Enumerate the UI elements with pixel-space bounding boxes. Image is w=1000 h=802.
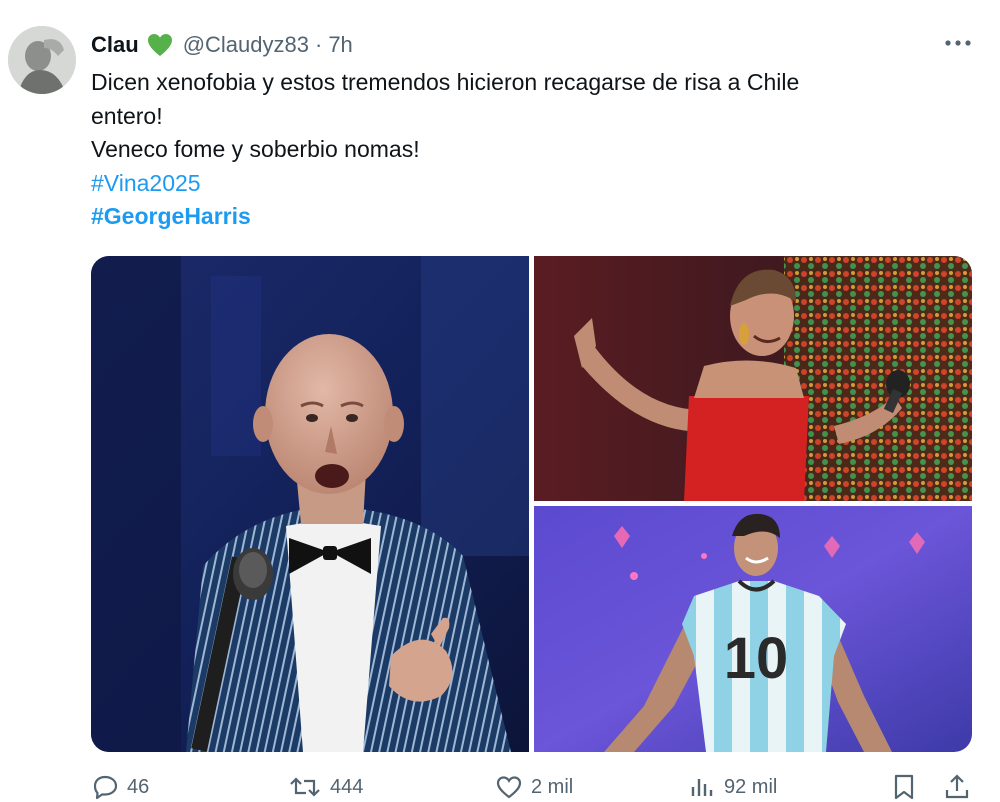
timestamp[interactable]: 7h xyxy=(328,32,352,58)
photo-comedian-woman xyxy=(534,256,972,501)
share-icon xyxy=(945,774,969,799)
green-heart-icon xyxy=(147,33,173,57)
views-button[interactable]: 92 mil xyxy=(688,772,777,802)
repost-icon xyxy=(290,777,320,797)
more-icon xyxy=(945,40,971,46)
media-grid: 10 xyxy=(91,256,972,752)
tweet-actions: 46 444 2 mil 92 mil xyxy=(91,772,971,802)
photo-argentina-jersey: 10 xyxy=(534,506,972,752)
tweet-text-line: Dicen xenofobia y estos tremendos hicier… xyxy=(91,69,800,95)
repost-count: 444 xyxy=(330,775,364,798)
hashtag-vina2025[interactable]: #Vina2025 xyxy=(91,167,971,201)
reply-button[interactable]: 46 xyxy=(91,772,149,802)
bookmark-button[interactable] xyxy=(891,772,917,802)
jersey-number: 10 xyxy=(724,626,789,691)
tweet-text: Dicen xenofobia y estos tremendos hicier… xyxy=(91,66,971,234)
bookmark-icon xyxy=(894,774,914,800)
heart-icon xyxy=(496,776,522,799)
photo-comedian-man xyxy=(91,256,529,752)
avatar-image xyxy=(8,26,76,94)
more-options-button[interactable] xyxy=(938,28,978,58)
avatar[interactable] xyxy=(8,26,76,94)
repost-button[interactable]: 444 xyxy=(288,772,363,802)
media-photo-argentina-jersey[interactable]: 10 xyxy=(534,506,972,752)
tweet-text-line: Veneco fome y soberbio nomas! xyxy=(91,136,420,162)
hashtag-georgeharris[interactable]: #GeorgeHarris xyxy=(91,200,971,234)
display-name[interactable]: Clau xyxy=(91,32,139,58)
reply-icon xyxy=(93,775,118,800)
tweet-header: Clau @Claudyz83 · 7h xyxy=(91,28,353,62)
share-button[interactable] xyxy=(943,772,971,802)
views-count: 92 mil xyxy=(724,775,778,798)
tweet-text-line: entero! xyxy=(91,102,163,129)
views-icon xyxy=(691,779,713,796)
media-photo-comedian-woman[interactable] xyxy=(534,256,972,501)
reply-count: 46 xyxy=(127,775,150,798)
like-count: 2 mil xyxy=(531,775,574,798)
like-button[interactable]: 2 mil xyxy=(495,772,573,802)
separator-dot: · xyxy=(314,32,323,57)
media-photo-comedian-man[interactable] xyxy=(91,256,529,752)
user-handle[interactable]: @Claudyz83 xyxy=(183,32,309,58)
